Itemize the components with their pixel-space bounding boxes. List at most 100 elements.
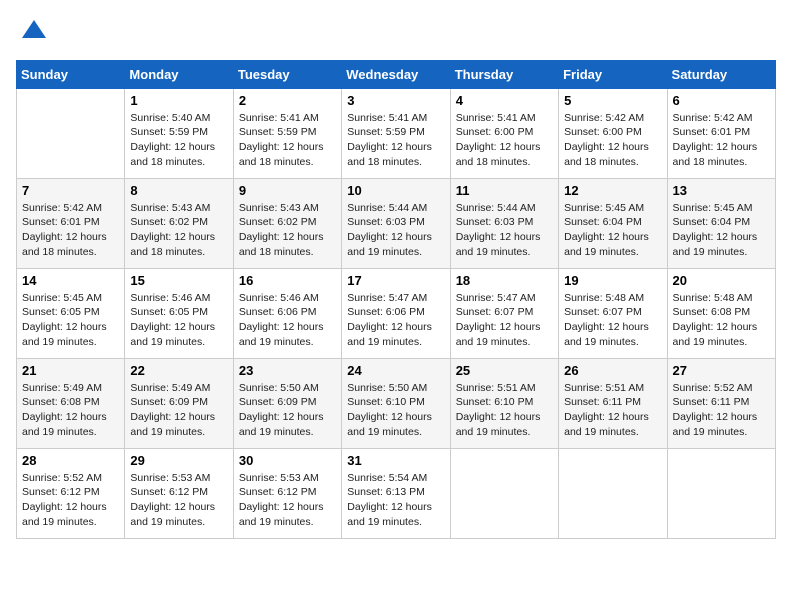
day-number: 18: [456, 273, 553, 288]
day-number: 9: [239, 183, 336, 198]
page-header: [16, 16, 776, 50]
calendar-week-row: 1 Sunrise: 5:40 AM Sunset: 5:59 PM Daylig…: [17, 88, 776, 178]
day-number: 23: [239, 363, 336, 378]
cell-info: Sunrise: 5:42 AM Sunset: 6:00 PM Dayligh…: [564, 111, 661, 170]
cell-info: Sunrise: 5:50 AM Sunset: 6:09 PM Dayligh…: [239, 381, 336, 440]
cell-info: Sunrise: 5:51 AM Sunset: 6:11 PM Dayligh…: [564, 381, 661, 440]
calendar-cell: 28 Sunrise: 5:52 AM Sunset: 6:12 PM Dayli…: [17, 448, 125, 538]
day-number: 24: [347, 363, 444, 378]
calendar-cell: 14 Sunrise: 5:45 AM Sunset: 6:05 PM Dayli…: [17, 268, 125, 358]
cell-info: Sunrise: 5:52 AM Sunset: 6:12 PM Dayligh…: [22, 471, 119, 530]
calendar-cell: 27Sunrise: 5:52 AM Sunset: 6:11 PM Dayli…: [667, 358, 775, 448]
calendar-cell: [559, 448, 667, 538]
day-number: 19: [564, 273, 661, 288]
cell-info: Sunrise: 5:53 AM Sunset: 6:12 PM Dayligh…: [239, 471, 336, 530]
day-number: 15: [130, 273, 227, 288]
calendar-cell: 22 Sunrise: 5:49 AM Sunset: 6:09 PM Dayli…: [125, 358, 233, 448]
day-of-week-header: Thursday: [450, 60, 558, 88]
cell-info: Sunrise: 5:47 AM Sunset: 6:07 PM Dayligh…: [456, 291, 553, 350]
day-of-week-header: Wednesday: [342, 60, 450, 88]
calendar-header-row: SundayMondayTuesdayWednesdayThursdayFrid…: [17, 60, 776, 88]
day-number: 28: [22, 453, 119, 468]
calendar-cell: 24 Sunrise: 5:50 AM Sunset: 6:10 PM Dayli…: [342, 358, 450, 448]
day-of-week-header: Friday: [559, 60, 667, 88]
calendar-cell: 12 Sunrise: 5:45 AM Sunset: 6:04 PM Dayli…: [559, 178, 667, 268]
day-number: 21: [22, 363, 119, 378]
calendar-week-row: 7 Sunrise: 5:42 AM Sunset: 6:01 PM Daylig…: [17, 178, 776, 268]
day-of-week-header: Tuesday: [233, 60, 341, 88]
cell-info: Sunrise: 5:49 AM Sunset: 6:09 PM Dayligh…: [130, 381, 227, 440]
cell-info: Sunrise: 5:49 AM Sunset: 6:08 PM Dayligh…: [22, 381, 119, 440]
calendar-cell: 1 Sunrise: 5:40 AM Sunset: 5:59 PM Daylig…: [125, 88, 233, 178]
day-number: 8: [130, 183, 227, 198]
day-of-week-header: Sunday: [17, 60, 125, 88]
calendar-cell: 15 Sunrise: 5:46 AM Sunset: 6:05 PM Dayli…: [125, 268, 233, 358]
day-number: 1: [130, 93, 227, 108]
cell-info: Sunrise: 5:45 AM Sunset: 6:04 PM Dayligh…: [564, 201, 661, 260]
cell-info: Sunrise: 5:43 AM Sunset: 6:02 PM Dayligh…: [130, 201, 227, 260]
day-number: 4: [456, 93, 553, 108]
calendar-cell: 21 Sunrise: 5:49 AM Sunset: 6:08 PM Dayli…: [17, 358, 125, 448]
calendar-cell: 25 Sunrise: 5:51 AM Sunset: 6:10 PM Dayli…: [450, 358, 558, 448]
calendar-cell: 13 Sunrise: 5:45 AM Sunset: 6:04 PM Dayli…: [667, 178, 775, 268]
cell-info: Sunrise: 5:44 AM Sunset: 6:03 PM Dayligh…: [347, 201, 444, 260]
calendar-cell: 5Sunrise: 5:42 AM Sunset: 6:00 PM Daylig…: [559, 88, 667, 178]
calendar-cell: 16 Sunrise: 5:46 AM Sunset: 6:06 PM Dayli…: [233, 268, 341, 358]
day-number: 13: [673, 183, 770, 198]
calendar-cell: 29Sunrise: 5:53 AM Sunset: 6:12 PM Dayli…: [125, 448, 233, 538]
cell-info: Sunrise: 5:47 AM Sunset: 6:06 PM Dayligh…: [347, 291, 444, 350]
calendar-cell: 7 Sunrise: 5:42 AM Sunset: 6:01 PM Daylig…: [17, 178, 125, 268]
cell-info: Sunrise: 5:41 AM Sunset: 5:59 PM Dayligh…: [239, 111, 336, 170]
calendar-cell: 31 Sunrise: 5:54 AM Sunset: 6:13 PM Dayli…: [342, 448, 450, 538]
calendar-cell: 2Sunrise: 5:41 AM Sunset: 5:59 PM Daylig…: [233, 88, 341, 178]
calendar-cell: 20 Sunrise: 5:48 AM Sunset: 6:08 PM Dayli…: [667, 268, 775, 358]
day-number: 6: [673, 93, 770, 108]
day-number: 3: [347, 93, 444, 108]
calendar-week-row: 14 Sunrise: 5:45 AM Sunset: 6:05 PM Dayli…: [17, 268, 776, 358]
calendar-cell: 26 Sunrise: 5:51 AM Sunset: 6:11 PM Dayli…: [559, 358, 667, 448]
calendar-table: SundayMondayTuesdayWednesdayThursdayFrid…: [16, 60, 776, 539]
calendar-week-row: 28 Sunrise: 5:52 AM Sunset: 6:12 PM Dayli…: [17, 448, 776, 538]
day-number: 26: [564, 363, 661, 378]
cell-info: Sunrise: 5:44 AM Sunset: 6:03 PM Dayligh…: [456, 201, 553, 260]
cell-info: Sunrise: 5:45 AM Sunset: 6:05 PM Dayligh…: [22, 291, 119, 350]
logo: [16, 16, 48, 50]
cell-info: Sunrise: 5:42 AM Sunset: 6:01 PM Dayligh…: [673, 111, 770, 170]
day-number: 22: [130, 363, 227, 378]
cell-info: Sunrise: 5:46 AM Sunset: 6:05 PM Dayligh…: [130, 291, 227, 350]
day-number: 27: [673, 363, 770, 378]
day-number: 11: [456, 183, 553, 198]
day-number: 16: [239, 273, 336, 288]
cell-info: Sunrise: 5:42 AM Sunset: 6:01 PM Dayligh…: [22, 201, 119, 260]
calendar-cell: 3 Sunrise: 5:41 AM Sunset: 5:59 PM Daylig…: [342, 88, 450, 178]
cell-info: Sunrise: 5:51 AM Sunset: 6:10 PM Dayligh…: [456, 381, 553, 440]
cell-info: Sunrise: 5:46 AM Sunset: 6:06 PM Dayligh…: [239, 291, 336, 350]
calendar-cell: 23 Sunrise: 5:50 AM Sunset: 6:09 PM Dayli…: [233, 358, 341, 448]
day-number: 20: [673, 273, 770, 288]
day-number: 7: [22, 183, 119, 198]
calendar-cell: 8 Sunrise: 5:43 AM Sunset: 6:02 PM Daylig…: [125, 178, 233, 268]
cell-info: Sunrise: 5:54 AM Sunset: 6:13 PM Dayligh…: [347, 471, 444, 530]
cell-info: Sunrise: 5:43 AM Sunset: 6:02 PM Dayligh…: [239, 201, 336, 260]
cell-info: Sunrise: 5:41 AM Sunset: 5:59 PM Dayligh…: [347, 111, 444, 170]
calendar-cell: [450, 448, 558, 538]
day-number: 10: [347, 183, 444, 198]
calendar-cell: 11 Sunrise: 5:44 AM Sunset: 6:03 PM Dayli…: [450, 178, 558, 268]
cell-info: Sunrise: 5:41 AM Sunset: 6:00 PM Dayligh…: [456, 111, 553, 170]
calendar-cell: 9 Sunrise: 5:43 AM Sunset: 6:02 PM Daylig…: [233, 178, 341, 268]
cell-info: Sunrise: 5:40 AM Sunset: 5:59 PM Dayligh…: [130, 111, 227, 170]
calendar-cell: 4 Sunrise: 5:41 AM Sunset: 6:00 PM Daylig…: [450, 88, 558, 178]
cell-info: Sunrise: 5:50 AM Sunset: 6:10 PM Dayligh…: [347, 381, 444, 440]
calendar-week-row: 21 Sunrise: 5:49 AM Sunset: 6:08 PM Dayli…: [17, 358, 776, 448]
day-number: 14: [22, 273, 119, 288]
calendar-cell: 6 Sunrise: 5:42 AM Sunset: 6:01 PM Daylig…: [667, 88, 775, 178]
day-number: 31: [347, 453, 444, 468]
day-number: 25: [456, 363, 553, 378]
day-of-week-header: Monday: [125, 60, 233, 88]
day-number: 12: [564, 183, 661, 198]
calendar-cell: 30 Sunrise: 5:53 AM Sunset: 6:12 PM Dayli…: [233, 448, 341, 538]
calendar-body: 1 Sunrise: 5:40 AM Sunset: 5:59 PM Daylig…: [17, 88, 776, 538]
cell-info: Sunrise: 5:45 AM Sunset: 6:04 PM Dayligh…: [673, 201, 770, 260]
cell-info: Sunrise: 5:48 AM Sunset: 6:08 PM Dayligh…: [673, 291, 770, 350]
day-number: 30: [239, 453, 336, 468]
